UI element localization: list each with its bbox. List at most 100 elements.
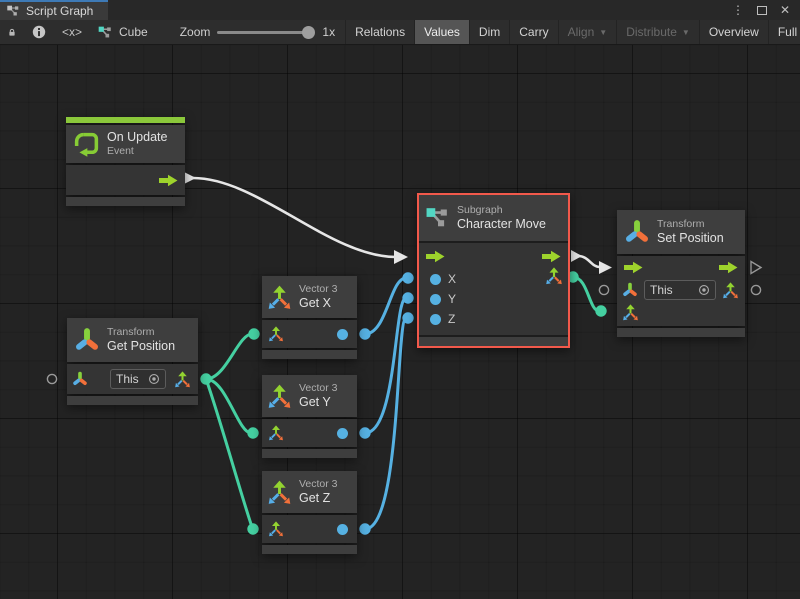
flow-in-port-icon[interactable]	[624, 261, 643, 274]
align-dropdown[interactable]: Align ▼	[558, 20, 617, 44]
node-footer	[262, 449, 357, 458]
wire-flow-onupdate-to-charactermove[interactable]	[184, 172, 408, 264]
wire-flow-charactermove-to-setposition[interactable]	[571, 250, 612, 274]
relations-button[interactable]: Relations	[345, 20, 414, 44]
y-in-port[interactable]	[430, 294, 441, 305]
wire-charactermove-to-setposition-value[interactable]	[573, 277, 599, 311]
info-button[interactable]	[24, 20, 54, 44]
window-menu-icon[interactable]: ⋮	[732, 3, 744, 17]
node-on-update[interactable]: On Update Event	[66, 117, 185, 206]
node-title: Set Position	[657, 231, 724, 247]
graph-breadcrumb[interactable]: Cube	[90, 20, 156, 44]
dim-button[interactable]: Dim	[469, 20, 509, 44]
transform-axes-icon	[72, 371, 88, 387]
wire-getposition-to-getx[interactable]	[206, 334, 252, 379]
node-footer	[262, 545, 357, 554]
float-out-port[interactable]	[337, 329, 348, 340]
transform-axes-icon	[74, 327, 100, 353]
node-character-move[interactable]: Subgraph Character Move X Y Z	[417, 193, 570, 348]
node-get-position[interactable]: Transform Get Position This	[67, 318, 198, 405]
port-getx-value-in[interactable]	[249, 329, 259, 339]
wire-getz-to-charactermove-z[interactable]	[365, 318, 406, 529]
node-footer	[419, 337, 568, 346]
vector3-arrows-icon[interactable]	[268, 326, 284, 342]
subgraph-icon	[426, 207, 450, 229]
zoom-control: Zoom 1x	[170, 20, 345, 44]
tab-title: Script Graph	[26, 4, 93, 18]
maximize-icon[interactable]	[757, 6, 767, 15]
flow-in-port-icon[interactable]	[426, 250, 445, 263]
zoom-value: 1x	[322, 25, 335, 39]
node-get-y[interactable]: Vector 3 Get Y	[262, 375, 357, 458]
flow-out-port-icon[interactable]	[159, 174, 178, 187]
graph-canvas[interactable]: On Update Event Transform Get Position T…	[0, 45, 800, 599]
node-get-x[interactable]: Vector 3 Get X	[262, 276, 357, 359]
float-out-port[interactable]	[337, 524, 348, 535]
flow-out-port-icon[interactable]	[542, 250, 561, 263]
port-getposition-this-unconnected[interactable]	[47, 374, 56, 383]
port-getposition-value-out[interactable]	[201, 374, 211, 384]
zoom-slider[interactable]	[217, 31, 309, 34]
vector3-arrows-icon[interactable]	[268, 521, 284, 537]
distribute-dropdown[interactable]: Distribute ▼	[616, 20, 699, 44]
node-title: Get X	[299, 296, 338, 312]
port-charactermove-y-in[interactable]	[403, 293, 413, 303]
vector3-arrows-icon	[267, 285, 292, 310]
vector3-arrows-icon[interactable]	[268, 425, 284, 441]
flow-out-port-icon[interactable]	[719, 261, 738, 274]
wire-getx-to-charactermove-x[interactable]	[365, 278, 406, 334]
port-gety-value-in[interactable]	[248, 428, 258, 438]
variables-button[interactable]: <x>	[54, 20, 90, 44]
x-in-port[interactable]	[430, 274, 441, 285]
vector3-arrows-icon[interactable]	[622, 304, 639, 321]
zoom-slider-handle[interactable]	[302, 26, 315, 39]
script-graph-icon	[7, 5, 20, 17]
info-icon	[32, 25, 46, 39]
node-footer	[66, 197, 185, 206]
transform-axes-icon	[624, 219, 650, 245]
node-subtitle: Vector 3	[299, 478, 338, 491]
tab-script-graph[interactable]: Script Graph	[0, 0, 108, 20]
wire-getposition-to-gety[interactable]	[206, 379, 251, 433]
full-screen-button[interactable]: Full Screen	[768, 20, 800, 44]
port-setposition-value-out-unconnected[interactable]	[751, 285, 760, 294]
values-button[interactable]: Values	[414, 20, 469, 44]
carry-button[interactable]: Carry	[509, 20, 557, 44]
target-dot-icon[interactable]	[148, 373, 160, 385]
node-get-z[interactable]: Vector 3 Get Z	[262, 471, 357, 554]
lock-button[interactable]	[0, 20, 24, 44]
overview-button[interactable]: Overview	[699, 20, 768, 44]
z-in-port[interactable]	[430, 314, 441, 325]
graph-icon	[98, 26, 113, 39]
vector3-arrows-icon[interactable]	[722, 282, 739, 299]
port-setposition-flow-out-unconnected[interactable]	[751, 262, 761, 274]
target-dot-icon[interactable]	[698, 284, 710, 296]
node-title: On Update	[107, 130, 167, 146]
vector3-arrows-icon[interactable]	[545, 267, 563, 285]
this-object-field[interactable]: This	[110, 369, 166, 389]
port-charactermove-x-in[interactable]	[403, 273, 413, 283]
zoom-label: Zoom	[180, 25, 211, 39]
chevron-down-icon: ▼	[599, 28, 607, 37]
port-setposition-this-unconnected[interactable]	[599, 285, 608, 294]
float-out-port[interactable]	[337, 428, 348, 439]
port-label: Y	[448, 292, 456, 306]
port-getz-value-in[interactable]	[248, 524, 258, 534]
node-subtitle: Vector 3	[299, 382, 338, 395]
vector3-arrows-icon[interactable]	[174, 371, 191, 388]
port-charactermove-z-in[interactable]	[403, 313, 413, 323]
port-label: X	[448, 272, 456, 286]
port-setposition-value-in[interactable]	[596, 306, 606, 316]
graph-toolbar: <x> Cube Zoom 1x Relations Values Dim Ca…	[0, 20, 800, 45]
port-getz-float-out[interactable]	[360, 524, 370, 534]
port-getx-float-out[interactable]	[360, 329, 370, 339]
close-icon[interactable]: ✕	[780, 3, 790, 17]
event-accent-bar	[66, 117, 185, 123]
loop-arrow-icon	[73, 131, 100, 158]
this-object-field[interactable]: This	[644, 280, 716, 300]
node-footer	[262, 350, 357, 359]
node-subtitle: Subgraph	[457, 204, 546, 217]
node-subtitle: Transform	[107, 326, 175, 339]
node-set-position[interactable]: Transform Set Position This	[617, 210, 745, 337]
port-gety-float-out[interactable]	[360, 428, 370, 438]
